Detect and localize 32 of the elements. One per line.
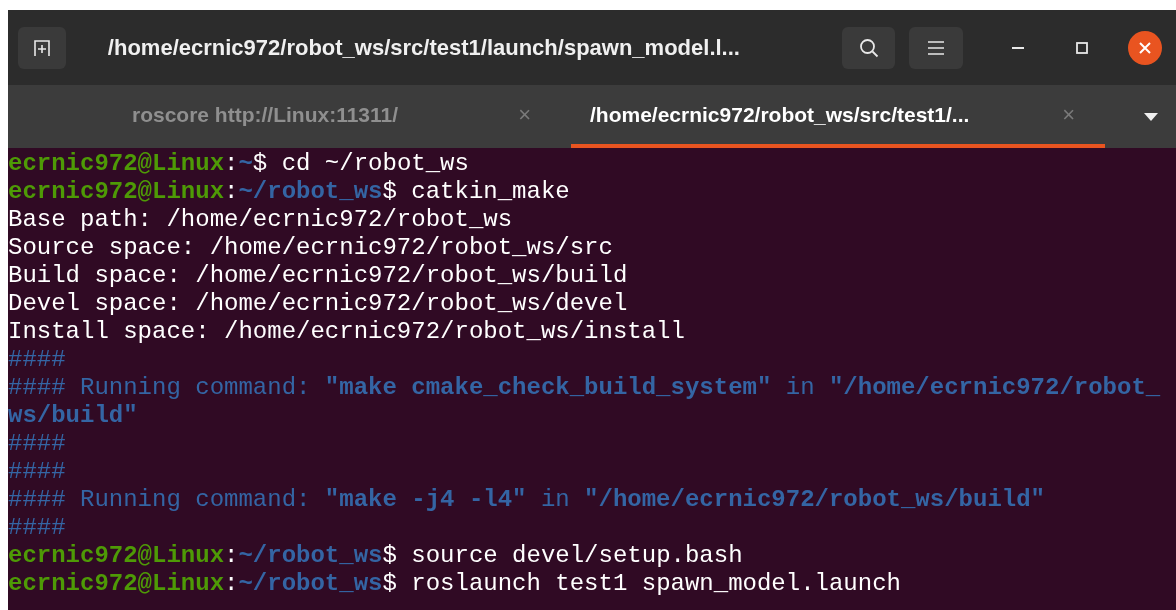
search-button[interactable] [841,26,896,69]
maximize-icon [1076,41,1089,54]
tab-close-button[interactable]: × [1062,98,1075,131]
tab-close-button[interactable]: × [518,98,531,131]
menu-button[interactable] [909,26,964,69]
terminal-line: Base path: /home/ecrnic972/robot_ws [8,206,514,234]
search-icon [857,36,880,59]
new-tab-icon [31,37,52,58]
terminal-line: ecrnic972@Linux:~$ cd ~/robot_ws [8,150,470,178]
tab[interactable]: roscore http://Linux:11311/ × [8,85,571,148]
terminal-line: #### [8,430,67,458]
window-title: /home/ecrnic972/robot_ws/src/test1/launch/spawn_model.l... [107,34,741,62]
terminal-line: ecrnic972@Linux:~/robot_ws$ catkin_make [8,178,571,206]
terminal-line: Build space: /home/ecrnic972/robot_ws/build [8,262,629,290]
terminal-line: Source space: /home/ecrnic972/robot_ws/src [8,234,614,262]
terminal-line: Devel space: /home/ecrnic972/robot_ws/devel [8,290,629,318]
terminal-line: #### Running command: "make cmake_check_build_system" in "/home/ecrnic972/robot_ [8,374,1162,402]
menu-icon [927,39,946,56]
terminal-line: Install space: /home/ecrnic972/robot_ws/install [8,318,686,346]
terminal-line: ecrnic972@Linux:~/robot_ws$ roslaunch test1 spawn_model.launch [8,570,902,598]
terminal-line: #### Running command: "make -j4 -l4" in "/home/ecrnic972/robot_ws/build" [8,486,1046,514]
terminal-line: #### [8,458,67,486]
tab-label: roscore http://Linux:11311/ [132,101,399,128]
new-tab-button[interactable] [18,26,66,69]
terminal-line: ecrnic972@Linux:~/robot_ws$ source devel/setup.bash [8,542,744,570]
terminal-line: ws/build" [8,402,139,430]
close-icon [1138,40,1152,55]
terminal-line: #### [8,514,67,542]
tab-label: /home/ecrnic972/robot_ws/src/test1/... [590,101,970,128]
terminal-line: #### [8,346,67,374]
caret-down-icon [1144,112,1158,121]
close-button[interactable] [1128,30,1162,65]
